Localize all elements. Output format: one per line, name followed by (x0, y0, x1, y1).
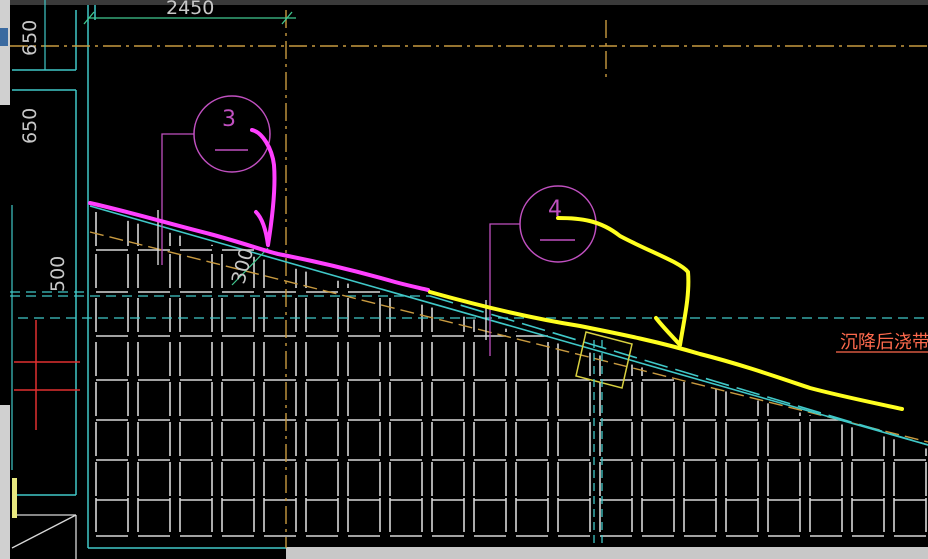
bottom-scrollbar[interactable] (286, 547, 928, 559)
left-panel-fragment-lower (0, 405, 10, 559)
left-panel-icon (0, 28, 8, 46)
callout-3-number: 3 (222, 107, 236, 132)
corner-detail (11, 514, 77, 559)
cad-drawing-canvas[interactable]: 2450 650 650 500 300 3 4 沉降后浇带 (0, 0, 928, 559)
axis-lines (10, 10, 928, 548)
top-dimension-text: 2450 (166, 0, 214, 19)
callout-4 (485, 185, 597, 356)
left-dimension-text-2: 650 (19, 108, 41, 144)
left-panel-fragment (0, 0, 10, 105)
drawing-svg: 2450 650 650 500 300 3 4 沉降后浇带 (0, 0, 928, 559)
corner-marker (12, 478, 17, 518)
slope-lines (89, 205, 928, 446)
top-edge-bar (0, 0, 928, 5)
left-dimension-text-1: 650 (19, 20, 41, 56)
grid-lines (95, 212, 927, 537)
band-label-text: 沉降后浇带 (840, 332, 928, 353)
magenta-annotation (88, 128, 430, 292)
red-markers (14, 320, 80, 430)
callout-3 (157, 95, 271, 265)
left-dimension-text-3: 500 (47, 256, 69, 292)
